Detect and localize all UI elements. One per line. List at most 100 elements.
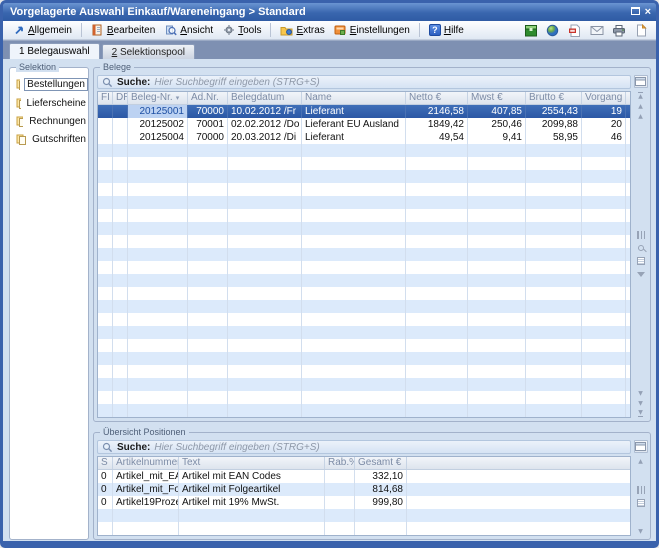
column-header[interactable]: Text — [179, 457, 325, 469]
table-row-empty[interactable] — [98, 287, 630, 300]
scroll-last-icon[interactable]: ▼ — [634, 408, 647, 418]
table-cell — [113, 365, 128, 378]
scroll-down-icon[interactable]: ▼ — [634, 526, 647, 536]
column-header[interactable]: Ad.Nr. — [188, 92, 228, 104]
table-row-empty[interactable] — [98, 300, 630, 313]
table-cell: Artikel_mit_EAN — [113, 470, 179, 483]
table-row-empty[interactable] — [98, 261, 630, 274]
table-cell — [526, 352, 582, 365]
column-header[interactable]: Name — [302, 92, 406, 104]
column-header[interactable]: Brutto € — [526, 92, 582, 104]
sidebar-item-label: Gutschriften — [30, 134, 88, 145]
column-header[interactable]: Mwst € — [468, 92, 526, 104]
sidebar-item-lieferscheine[interactable]: Lieferscheine — [16, 98, 88, 109]
window-title: Vorgelagerte Auswahl Einkauf/Wareneingan… — [10, 6, 631, 18]
table-cell — [582, 287, 626, 300]
table-row[interactable]: 201250027000102.02.2012 /DoLieferant EU … — [98, 118, 630, 131]
scroll-up-icon[interactable]: ▲ — [634, 456, 647, 466]
menu-bearbeiten[interactable]: Bearbeiten — [87, 23, 159, 38]
table-cell-filler — [626, 313, 630, 326]
column-header[interactable]: FI — [98, 92, 113, 104]
globe-icon[interactable] — [545, 23, 560, 37]
belege-table-header: FIDRBeleg-Nr.Ad.Nr.BelegdatumNameNetto €… — [98, 92, 630, 105]
menu-ansicht[interactable]: Ansicht — [160, 23, 217, 38]
table-row-empty[interactable] — [98, 378, 630, 391]
table-cell: 20125001 — [128, 105, 188, 118]
table-row-empty[interactable] — [98, 209, 630, 222]
table-row-empty[interactable] — [98, 248, 630, 261]
restore-icon[interactable] — [631, 6, 640, 18]
column-header[interactable]: Rab.% — [325, 457, 355, 469]
table-row-empty[interactable] — [98, 222, 630, 235]
table-row[interactable]: 0Artikel_mit_EANArtikel mit EAN Codes332… — [98, 470, 630, 483]
scroll-up-icon[interactable]: ▲ — [634, 101, 647, 111]
table-row-empty[interactable] — [98, 144, 630, 157]
menu-extras[interactable]: Extras — [276, 23, 328, 38]
column-header[interactable]: Vorgang — [582, 92, 626, 104]
table-row-empty[interactable] — [98, 157, 630, 170]
table-row-empty[interactable] — [98, 352, 630, 365]
belege-search-input[interactable]: Suche: Hier Suchbegriff eingeben (STRG+S… — [97, 75, 631, 89]
columns-icon[interactable] — [634, 485, 647, 495]
table-row-empty[interactable] — [98, 313, 630, 326]
column-header[interactable]: S — [98, 457, 113, 469]
column-header[interactable]: Gesamt € — [355, 457, 407, 469]
table-cell — [302, 144, 406, 157]
scroll-page-up-icon[interactable]: ▲ — [634, 111, 647, 121]
column-header[interactable]: Beleg-Nr. — [128, 92, 188, 104]
close-icon[interactable]: × — [645, 7, 651, 17]
scroll-page-down-icon[interactable]: ▼ — [634, 398, 647, 408]
table-row-empty[interactable] — [98, 391, 630, 404]
table-cell — [302, 313, 406, 326]
table-row[interactable]: 201250017000010.02.2012 /FrLieferant2146… — [98, 105, 630, 118]
tab-belegauswahl[interactable]: 1 Belegauswahl — [9, 43, 100, 59]
columns-icon[interactable] — [634, 230, 647, 240]
list-icon[interactable] — [634, 256, 647, 266]
menu-hilfe[interactable]: ? Hilfe — [425, 23, 468, 37]
package-icon[interactable] — [523, 23, 538, 37]
list-icon[interactable] — [634, 498, 647, 508]
table-cell — [582, 235, 626, 248]
printer-icon[interactable] — [611, 23, 626, 37]
table-row-empty[interactable] — [98, 170, 630, 183]
table-row-empty[interactable] — [98, 509, 630, 522]
column-header[interactable]: Netto € — [406, 92, 468, 104]
table-row-empty[interactable] — [98, 365, 630, 378]
scroll-down-icon[interactable]: ▼ — [634, 388, 647, 398]
menu-allgemein[interactable]: Allgemein — [8, 23, 76, 38]
column-header[interactable]: Belegdatum — [228, 92, 302, 104]
table-row-empty[interactable] — [98, 522, 630, 535]
table-cell — [582, 157, 626, 170]
menu-einstellungen[interactable]: Einstellungen — [330, 23, 414, 38]
table-row[interactable]: 201250047000020.03.2012 /DiLieferant49,5… — [98, 131, 630, 144]
search-label: Suche: — [117, 77, 150, 88]
column-header[interactable]: Artikelnummer — [113, 457, 179, 469]
new-document-icon[interactable] — [633, 23, 648, 37]
table-row-empty[interactable] — [98, 183, 630, 196]
table-cell: 2146,58 — [406, 105, 468, 118]
menu-tools[interactable]: Tools — [218, 23, 265, 38]
table-row[interactable]: 0Artikel19ProzentArtikel mit 19% MwSt.99… — [98, 496, 630, 509]
email-icon[interactable] — [589, 23, 604, 37]
column-header[interactable]: DR — [113, 92, 128, 104]
table-row-empty[interactable] — [98, 326, 630, 339]
table-cell — [188, 157, 228, 170]
table-row[interactable]: 0Artikel_mit_FolgeartikelArtikel mit Fol… — [98, 483, 630, 496]
scroll-first-icon[interactable]: ▲ — [634, 91, 647, 101]
tab-selektionspool[interactable]: 2 Selektionspool — [102, 44, 195, 59]
positionen-search-input[interactable]: Suche: Hier Suchbegriff eingeben (STRG+S… — [97, 440, 631, 454]
column-chooser-icon[interactable] — [634, 75, 648, 88]
table-row-empty[interactable] — [98, 339, 630, 352]
sidebar-item-bestellungen[interactable]: Bestellungen — [16, 78, 88, 91]
table-row-empty[interactable] — [98, 235, 630, 248]
sidebar-item-rechnungen[interactable]: Rechnungen — [16, 116, 88, 127]
table-row-empty[interactable] — [98, 404, 630, 417]
zoom-icon[interactable] — [634, 243, 647, 253]
table-cell — [406, 365, 468, 378]
pdf-icon[interactable] — [567, 23, 582, 37]
sidebar-item-gutschriften[interactable]: Gutschriften — [16, 134, 88, 145]
table-row-empty[interactable] — [98, 274, 630, 287]
column-chooser-icon[interactable] — [634, 440, 648, 453]
table-row-empty[interactable] — [98, 196, 630, 209]
filter-icon[interactable] — [634, 269, 647, 279]
